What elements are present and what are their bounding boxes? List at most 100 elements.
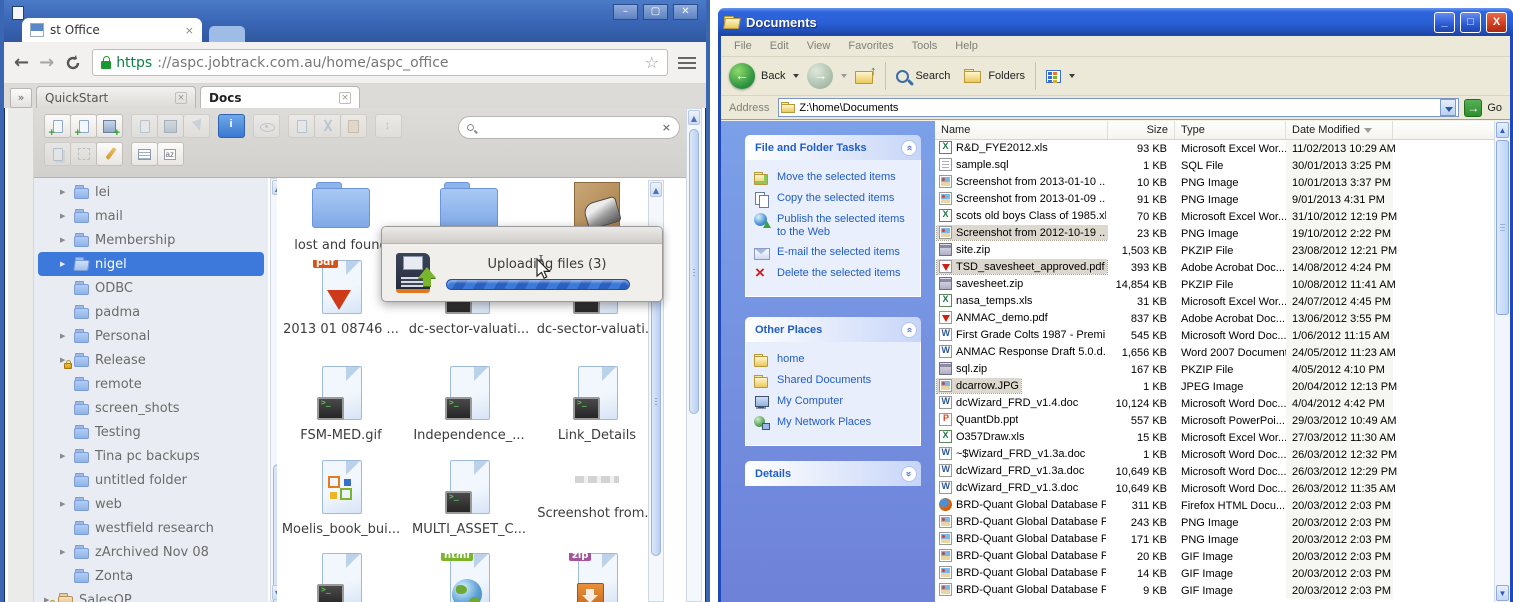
file-row[interactable]: Screenshot from 2012-10-19 ... 23 KB PNG…: [935, 225, 1500, 242]
bookmark-star-icon[interactable]: ☆: [645, 53, 659, 72]
file-row[interactable]: savesheet.zip 14,854 KB PKZIP File 10/08…: [935, 276, 1500, 293]
tree-item[interactable]: ▶ SalesOP: [38, 588, 264, 602]
tree-item[interactable]: ▶ zArchived Nov 08: [38, 540, 264, 564]
expander-icon[interactable]: ▶: [60, 212, 70, 220]
tree-item[interactable]: ▶ Zonta: [38, 564, 264, 588]
tree-item[interactable]: ▶ Personal: [38, 324, 264, 348]
file-item[interactable]: Link_Details: [533, 366, 661, 460]
url-bar[interactable]: https ://aspc.jobtrack.com.au/home/aspc_…: [92, 49, 668, 76]
forward-dropdown-icon[interactable]: [841, 74, 847, 78]
toolbar-button[interactable]: [96, 114, 123, 138]
list-scrollbar[interactable]: ▲ ▼: [1494, 121, 1510, 602]
views-icon[interactable]: [1046, 70, 1061, 83]
task-link[interactable]: My Computer: [754, 395, 914, 409]
file-row[interactable]: BRD-Quant Global Database P... 14 KB GIF…: [935, 565, 1500, 582]
back-button[interactable]: ←: [729, 63, 755, 89]
browser-menu-icon[interactable]: [678, 57, 696, 69]
tree-item[interactable]: ▶ Testing: [38, 420, 264, 444]
toolbar-button[interactable]: [314, 114, 341, 138]
toolbar-button[interactable]: [375, 114, 402, 138]
file-row[interactable]: BRD-Quant Global Database P... 9 KB GIF …: [935, 582, 1500, 599]
scroll-up-icon[interactable]: ▲: [1496, 122, 1509, 138]
file-row[interactable]: Screenshot from 2013-01-09 ... 91 KB PNG…: [935, 191, 1500, 208]
tree-item[interactable]: ▶ web: [38, 492, 264, 516]
tab-close-icon[interactable]: ×: [175, 92, 187, 104]
chevron-up-icon[interactable]: [901, 140, 917, 156]
go-label[interactable]: Go: [1487, 102, 1506, 114]
task-link[interactable]: Copy the selected items: [754, 192, 914, 206]
file-row[interactable]: sample.sql 1 KB SQL File 30/01/2013 3:25…: [935, 157, 1500, 174]
menu-item[interactable]: File: [725, 40, 761, 52]
expander-icon[interactable]: ▶: [60, 332, 70, 340]
search-clear-icon[interactable]: ×: [662, 121, 671, 134]
file-item[interactable]: MULTI_ASSET_C...: [405, 460, 533, 553]
browser-tab[interactable]: st Office ×: [22, 18, 202, 42]
task-link[interactable]: Move the selected items: [754, 171, 914, 185]
tab-overflow-button[interactable]: »: [10, 88, 32, 108]
file-row[interactable]: nasa_temps.xls 31 KB Microsoft Excel Wor…: [935, 293, 1500, 310]
file-row[interactable]: dcWizard_FRD_v1.3a.doc 10,649 KB Microso…: [935, 463, 1500, 480]
file-row[interactable]: ANMAC_demo.pdf 837 KB Adobe Acrobat Doc.…: [935, 310, 1500, 327]
file-row[interactable]: O357Draw.xls 15 KB Microsoft Excel Wor..…: [935, 429, 1500, 446]
toolbar-button[interactable]: [44, 114, 71, 138]
tree-item[interactable]: ▶ untitled folder: [38, 468, 264, 492]
file-item[interactable]: html: [405, 553, 533, 602]
file-row[interactable]: BRD-Quant Global Database P... 171 KB PN…: [935, 531, 1500, 548]
file-row[interactable]: dcWizard_FRD_v1.3.doc 10,649 KB Microsof…: [935, 480, 1500, 497]
menu-item[interactable]: Tools: [903, 40, 947, 52]
toolbar-button[interactable]: [131, 114, 158, 138]
explorer-titlebar[interactable]: Documents _ □ X: [718, 8, 1513, 36]
expander-icon[interactable]: ▶: [60, 236, 70, 244]
file-row[interactable]: BRD-Quant Global Database P... 311 KB Fi…: [935, 497, 1500, 514]
chevron-down-icon[interactable]: [901, 466, 917, 482]
file-row[interactable]: dcarrow.JPG 1 KB JPEG Image 20/04/2012 1…: [935, 378, 1500, 395]
task-panel-header[interactable]: Other Places: [745, 317, 921, 342]
file-row[interactable]: R&D_FYE2012.xls 93 KB Microsoft Excel Wo…: [935, 140, 1500, 157]
tree-item[interactable]: ▶ Tina pc backups: [38, 444, 264, 468]
tree-item[interactable]: ▶ padma: [38, 300, 264, 324]
task-link[interactable]: Delete the selected items: [754, 267, 914, 281]
file-row[interactable]: QuantDb.ppt 557 KB Microsoft PowerPoi...…: [935, 412, 1500, 429]
column-header[interactable]: Size: [1108, 121, 1175, 139]
tree-item[interactable]: ▶ mail: [38, 204, 264, 228]
toolbar-button[interactable]: [96, 142, 123, 166]
tab-close-icon[interactable]: ×: [339, 92, 351, 104]
file-row[interactable]: Screenshot from 2013-01-10 ... 10 KB PNG…: [935, 174, 1500, 191]
task-panel-header[interactable]: File and Folder Tasks: [745, 135, 921, 160]
expander-icon[interactable]: ▶: [60, 500, 70, 508]
views-dropdown-icon[interactable]: [1069, 74, 1075, 78]
tree-item[interactable]: ▶ Release: [38, 348, 264, 372]
maximize-button[interactable]: ▢: [643, 4, 668, 20]
file-row[interactable]: ANMAC Response Draft 5.0.d... 1,656 KB W…: [935, 344, 1500, 361]
file-row[interactable]: First Grade Colts 1987 - Premi... 545 KB…: [935, 327, 1500, 344]
toolbar-button[interactable]: [44, 142, 71, 166]
scrollbar-thumb[interactable]: [1496, 140, 1509, 315]
go-button[interactable]: →: [1464, 99, 1482, 117]
file-item[interactable]: Screenshot from...: [533, 460, 661, 553]
file-row[interactable]: sql.zip 167 KB PKZIP File 4/05/2012 4:10…: [935, 361, 1500, 378]
forward-button[interactable]: →: [39, 52, 54, 73]
toolbar-button[interactable]: [253, 114, 280, 138]
expander-icon[interactable]: ▶: [60, 188, 70, 196]
minimize-button[interactable]: _: [1434, 12, 1455, 33]
toolbar-button[interactable]: [340, 114, 367, 138]
search-label[interactable]: Search: [915, 70, 950, 82]
file-row[interactable]: dcWizard_FRD_v1.4.doc 10,124 KB Microsof…: [935, 395, 1500, 412]
file-row[interactable]: scots old boys Class of 1985.xls 70 KB M…: [935, 208, 1500, 225]
task-link[interactable]: Publish the selected items to the Web: [754, 213, 914, 239]
app-tab[interactable]: QuickStart ×: [36, 86, 196, 108]
folders-icon[interactable]: [964, 69, 982, 83]
toolbar-button[interactable]: [70, 142, 97, 166]
toolbar-button[interactable]: [218, 114, 245, 138]
toolbar-button[interactable]: [157, 142, 184, 166]
collapsed-side-panel[interactable]: [8, 108, 34, 602]
toolbar-button[interactable]: [131, 142, 158, 166]
task-panel-header[interactable]: Details: [745, 461, 921, 486]
tree-item[interactable]: ▶ lei: [38, 180, 264, 204]
column-header[interactable]: Type: [1175, 121, 1286, 139]
chevron-up-icon[interactable]: [901, 322, 917, 338]
column-header[interactable]: Date Modified: [1286, 121, 1393, 139]
dialog-titlebar[interactable]: [382, 227, 662, 244]
maximize-button[interactable]: □: [1460, 12, 1481, 33]
close-button[interactable]: X: [1486, 12, 1507, 33]
